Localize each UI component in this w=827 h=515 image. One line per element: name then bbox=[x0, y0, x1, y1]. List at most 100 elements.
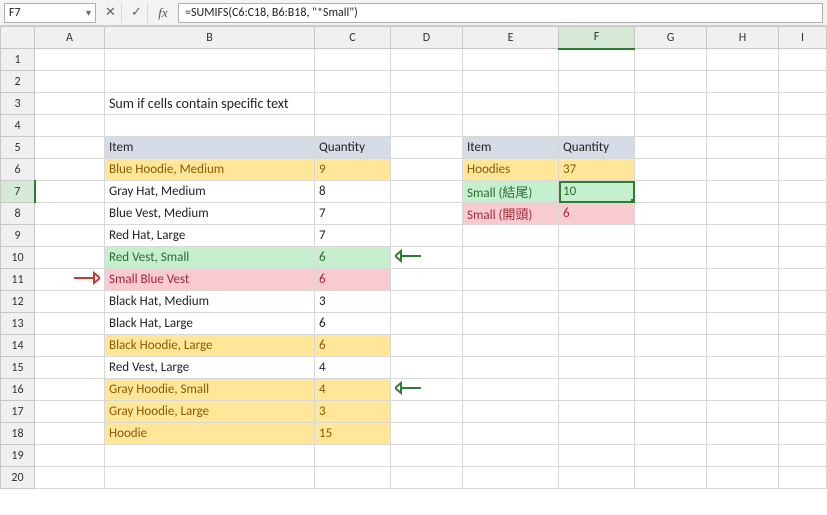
fx-icon[interactable]: fx bbox=[152, 5, 174, 21]
cell-G20[interactable] bbox=[635, 467, 707, 489]
cell-B10[interactable]: Red Vest, Small bbox=[105, 247, 315, 269]
cell-E12[interactable] bbox=[463, 291, 559, 313]
cell-H18[interactable] bbox=[707, 423, 779, 445]
cell-C11[interactable]: 6 bbox=[315, 269, 391, 291]
cell-E11[interactable] bbox=[463, 269, 559, 291]
cell-E5[interactable]: Item bbox=[463, 137, 559, 159]
cell-I14[interactable] bbox=[779, 335, 827, 357]
cell-F9[interactable] bbox=[559, 225, 635, 247]
cell-G6[interactable] bbox=[635, 159, 707, 181]
cell-B18[interactable]: Hoodie bbox=[105, 423, 315, 445]
cell-I20[interactable] bbox=[779, 467, 827, 489]
row-header-8[interactable]: 8 bbox=[1, 203, 35, 225]
cell-I10[interactable] bbox=[779, 247, 827, 269]
cell-C17[interactable]: 3 bbox=[315, 401, 391, 423]
cell-H3[interactable] bbox=[707, 93, 779, 115]
cell-F4[interactable] bbox=[559, 115, 635, 137]
cell-E19[interactable] bbox=[463, 445, 559, 467]
cell-H17[interactable] bbox=[707, 401, 779, 423]
cell-G7[interactable] bbox=[635, 181, 707, 203]
row-header-12[interactable]: 12 bbox=[1, 291, 35, 313]
name-box[interactable]: F7 ▾ bbox=[4, 3, 96, 23]
cell-F11[interactable] bbox=[559, 269, 635, 291]
cell-I5[interactable] bbox=[779, 137, 827, 159]
cell-D14[interactable] bbox=[391, 335, 463, 357]
cell-I6[interactable] bbox=[779, 159, 827, 181]
cell-I13[interactable] bbox=[779, 313, 827, 335]
cell-D4[interactable] bbox=[391, 115, 463, 137]
cell-F18[interactable] bbox=[559, 423, 635, 445]
column-header-C[interactable]: C bbox=[315, 27, 391, 49]
cell-F7[interactable]: 10 bbox=[559, 181, 635, 203]
row-header-9[interactable]: 9 bbox=[1, 225, 35, 247]
row-header-15[interactable]: 15 bbox=[1, 357, 35, 379]
cell-G18[interactable] bbox=[635, 423, 707, 445]
cell-F13[interactable] bbox=[559, 313, 635, 335]
cell-F19[interactable] bbox=[559, 445, 635, 467]
cell-F10[interactable] bbox=[559, 247, 635, 269]
cell-C20[interactable] bbox=[315, 467, 391, 489]
cell-E15[interactable] bbox=[463, 357, 559, 379]
cell-A9[interactable] bbox=[35, 225, 105, 247]
cell-G17[interactable] bbox=[635, 401, 707, 423]
cell-A11[interactable] bbox=[35, 269, 105, 291]
cell-D10[interactable] bbox=[391, 247, 463, 269]
cell-E8[interactable]: Small (開頭) bbox=[463, 203, 559, 225]
cell-E20[interactable] bbox=[463, 467, 559, 489]
column-header-G[interactable]: G bbox=[635, 27, 707, 49]
cell-B1[interactable] bbox=[105, 49, 315, 71]
cell-G8[interactable] bbox=[635, 203, 707, 225]
cell-D19[interactable] bbox=[391, 445, 463, 467]
cell-G15[interactable] bbox=[635, 357, 707, 379]
cell-D11[interactable] bbox=[391, 269, 463, 291]
cell-F12[interactable] bbox=[559, 291, 635, 313]
cell-B5[interactable]: Item bbox=[105, 137, 315, 159]
row-header-19[interactable]: 19 bbox=[1, 445, 35, 467]
cell-G9[interactable] bbox=[635, 225, 707, 247]
cell-H19[interactable] bbox=[707, 445, 779, 467]
cell-A3[interactable] bbox=[35, 93, 105, 115]
column-header-A[interactable]: A bbox=[35, 27, 105, 49]
cell-F20[interactable] bbox=[559, 467, 635, 489]
cell-D17[interactable] bbox=[391, 401, 463, 423]
cell-E7[interactable]: Small (結尾) bbox=[463, 181, 559, 203]
cell-C15[interactable]: 4 bbox=[315, 357, 391, 379]
cell-H10[interactable] bbox=[707, 247, 779, 269]
cell-H6[interactable] bbox=[707, 159, 779, 181]
cell-I9[interactable] bbox=[779, 225, 827, 247]
cell-A15[interactable] bbox=[35, 357, 105, 379]
cell-F8[interactable]: 6 bbox=[559, 203, 635, 225]
cell-A16[interactable] bbox=[35, 379, 105, 401]
cell-A7[interactable] bbox=[35, 181, 105, 203]
row-header-16[interactable]: 16 bbox=[1, 379, 35, 401]
cell-E1[interactable] bbox=[463, 49, 559, 71]
cell-C12[interactable]: 3 bbox=[315, 291, 391, 313]
cell-D18[interactable] bbox=[391, 423, 463, 445]
cell-H2[interactable] bbox=[707, 71, 779, 93]
row-header-7[interactable]: 7 bbox=[1, 181, 35, 203]
cell-E6[interactable]: Hoodies bbox=[463, 159, 559, 181]
cell-B16[interactable]: Gray Hoodie, Small bbox=[105, 379, 315, 401]
column-header-I[interactable]: I bbox=[779, 27, 827, 49]
cell-H11[interactable] bbox=[707, 269, 779, 291]
cell-C9[interactable]: 7 bbox=[315, 225, 391, 247]
row-header-20[interactable]: 20 bbox=[1, 467, 35, 489]
cell-A14[interactable] bbox=[35, 335, 105, 357]
cell-D9[interactable] bbox=[391, 225, 463, 247]
cell-G14[interactable] bbox=[635, 335, 707, 357]
cell-G11[interactable] bbox=[635, 269, 707, 291]
cell-G10[interactable] bbox=[635, 247, 707, 269]
cell-H7[interactable] bbox=[707, 181, 779, 203]
cancel-button[interactable]: ✕ bbox=[100, 3, 122, 23]
cell-H12[interactable] bbox=[707, 291, 779, 313]
cell-G13[interactable] bbox=[635, 313, 707, 335]
cell-C18[interactable]: 15 bbox=[315, 423, 391, 445]
cell-I2[interactable] bbox=[779, 71, 827, 93]
cell-A4[interactable] bbox=[35, 115, 105, 137]
cell-E2[interactable] bbox=[463, 71, 559, 93]
cell-D12[interactable] bbox=[391, 291, 463, 313]
column-header-D[interactable]: D bbox=[391, 27, 463, 49]
cell-E14[interactable] bbox=[463, 335, 559, 357]
cell-I3[interactable] bbox=[779, 93, 827, 115]
enter-button[interactable]: ✓ bbox=[126, 3, 148, 23]
